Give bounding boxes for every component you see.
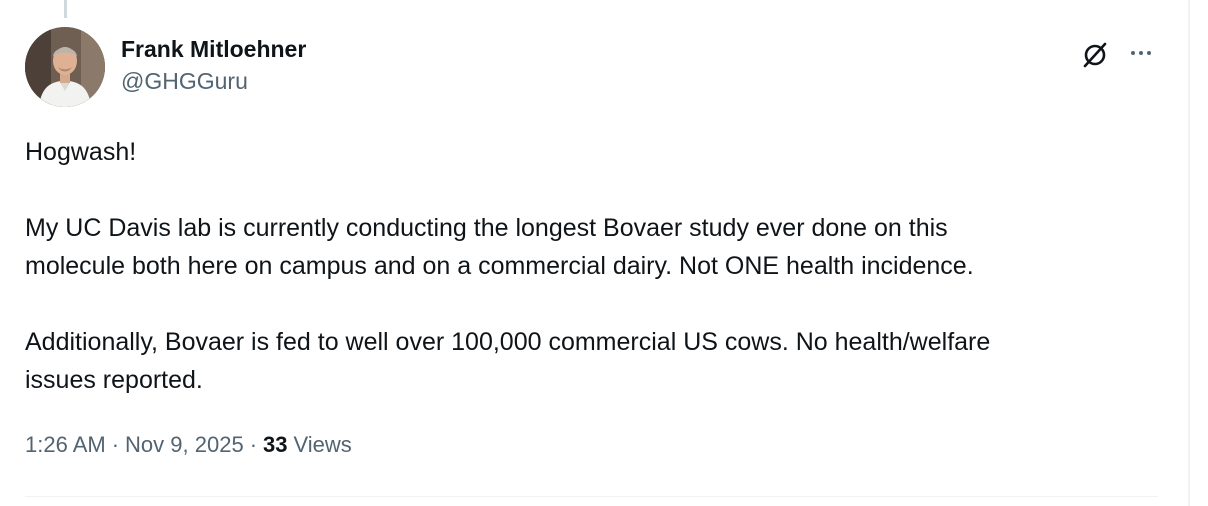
more-horizontal-icon[interactable]: [1126, 40, 1156, 66]
divider: [25, 496, 1158, 497]
author-display-name[interactable]: Frank Mitloehner: [121, 36, 306, 63]
tweet-metadata: 1:26 AM · Nov 9, 2025 · 33 Views: [25, 432, 352, 458]
tweet-text: Hogwash! My UC Davis lab is currently co…: [25, 133, 1145, 399]
grok-icon[interactable]: [1080, 40, 1110, 70]
tweet-line: molecule both here on campus and on a co…: [25, 252, 974, 280]
views-label[interactable]: Views: [294, 432, 352, 458]
meta-separator: ·: [249, 432, 258, 457]
tweet-line: My UC Davis lab is currently conducting …: [25, 214, 948, 242]
column-border: [1188, 0, 1190, 506]
grok-glyph-icon: [1083, 42, 1107, 68]
meta-separator: ·: [111, 432, 120, 457]
person-photo-icon: [25, 27, 105, 107]
author-handle[interactable]: @GHGGuru: [121, 68, 248, 95]
tweet-line: Hogwash!: [25, 138, 137, 166]
tweet-date[interactable]: Nov 9, 2025: [125, 432, 244, 458]
tweet-time[interactable]: 1:26 AM: [25, 432, 106, 458]
tweet-line: Additionally, Bovaer is fed to well over…: [25, 328, 991, 356]
avatar[interactable]: [25, 27, 105, 107]
views-count[interactable]: 33: [263, 432, 287, 458]
tweet-line: issues reported.: [25, 366, 203, 394]
thread-connector-line: [64, 0, 67, 18]
